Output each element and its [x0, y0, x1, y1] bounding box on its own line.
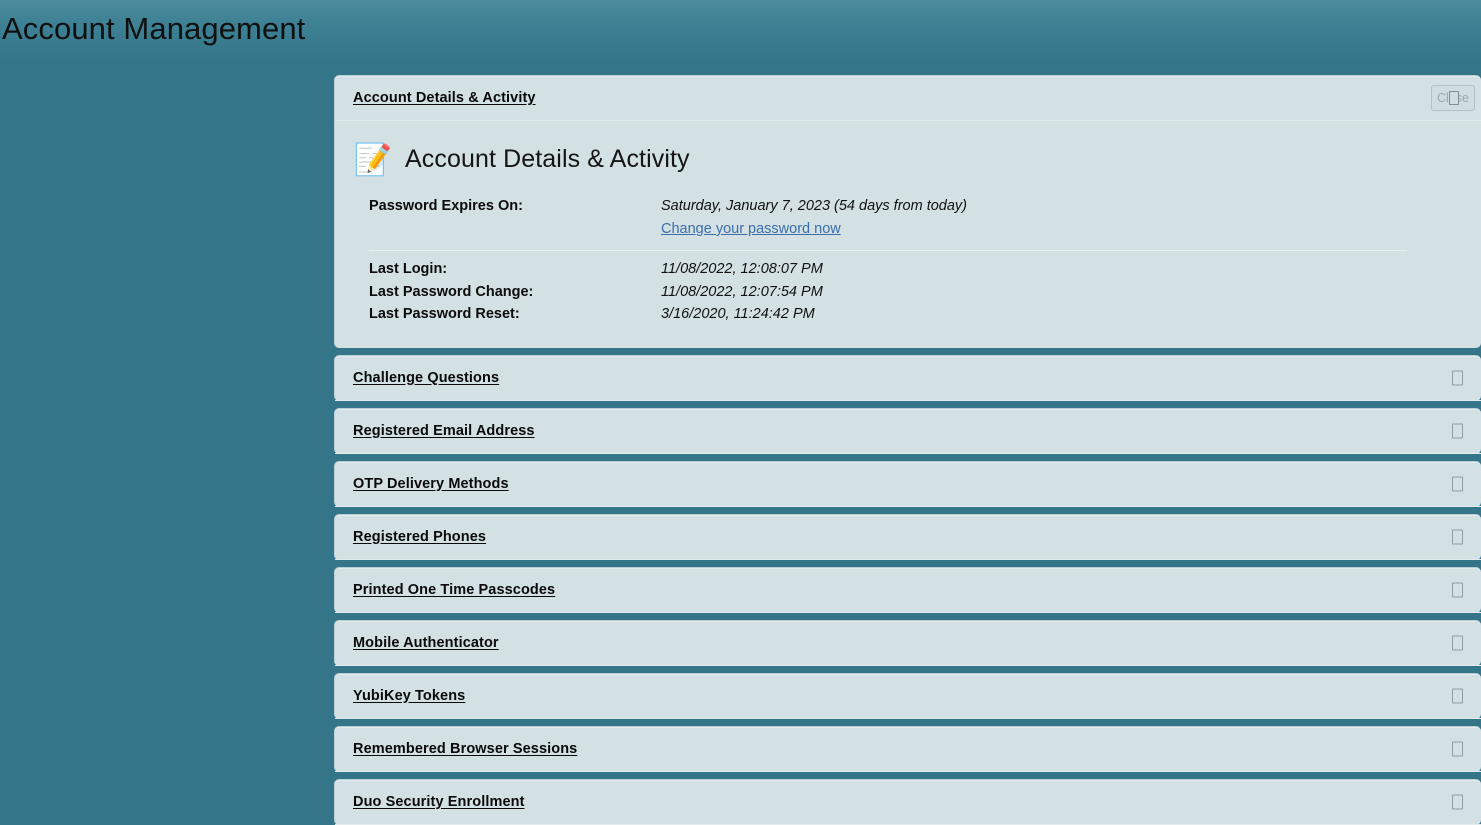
panel-header-label: Duo Security Enrollment — [353, 793, 525, 810]
expand-toggle-icon[interactable] — [1452, 635, 1463, 650]
panel-header-registered-email-address[interactable]: Registered Email Address — [335, 409, 1481, 454]
detail-value: 3/16/2020, 11:24:42 PM — [661, 306, 815, 322]
expand-toggle-icon[interactable] — [1452, 582, 1463, 597]
missing-glyph-icon — [1449, 91, 1459, 105]
close-button[interactable]: Close — [1431, 85, 1475, 111]
detail-value: Saturday, January 7, 2023 (54 days from … — [661, 198, 968, 214]
panel-yubikey-tokens: YubiKey Tokens — [334, 672, 1481, 719]
expand-toggle-icon[interactable] — [1452, 529, 1463, 544]
detail-row-last-login: Last Login: 11/08/2022, 12:08:07 PM — [369, 258, 1463, 281]
memo-icon: 📝 — [353, 141, 393, 177]
panel-header-registered-phones[interactable]: Registered Phones — [335, 515, 1481, 560]
detail-row-password-expires: Password Expires On: Saturday, January 7… — [369, 195, 1463, 217]
panel-header-otp-delivery-methods[interactable]: OTP Delivery Methods — [335, 462, 1481, 507]
panel-account-details-activity: Account Details & Activity Close 📝 Accou… — [334, 75, 1481, 348]
expand-toggle-icon[interactable] — [1452, 741, 1463, 756]
panel-header-yubikey-tokens[interactable]: YubiKey Tokens — [335, 674, 1481, 719]
detail-value: 11/08/2022, 12:07:54 PM — [661, 283, 823, 300]
panel-header-label: Account Details & Activity — [353, 90, 536, 106]
panel-header-remembered-browser-sessions[interactable]: Remembered Browser Sessions — [335, 727, 1481, 772]
details-group-two: Last Login: 11/08/2022, 12:08:07 PM Last… — [369, 258, 1463, 326]
detail-label: Password Expires On: — [369, 198, 523, 214]
panel-header-printed-one-time-passcodes[interactable]: Printed One Time Passcodes — [335, 568, 1481, 613]
detail-label: Last Password Change: — [369, 283, 534, 300]
detail-row-last-password-change: Last Password Change: 11/08/2022, 12:07:… — [369, 281, 1463, 304]
section-heading-label: Account Details & Activity — [405, 144, 690, 173]
panel-otp-delivery-methods: OTP Delivery Methods — [334, 460, 1481, 507]
panel-header-label: Registered Phones — [353, 528, 487, 545]
expand-toggle-icon[interactable] — [1452, 423, 1463, 438]
panel-header-account-details-activity[interactable]: Account Details & Activity Close — [335, 76, 1481, 121]
panel-header-label: Printed One Time Passcodes — [353, 581, 556, 598]
detail-label: Last Password Reset: — [369, 306, 520, 322]
panel-header-challenge-questions[interactable]: Challenge Questions — [335, 356, 1481, 401]
panel-remembered-browser-sessions: Remembered Browser Sessions — [334, 725, 1481, 772]
expand-toggle-icon[interactable] — [1452, 794, 1463, 809]
expand-toggle-icon[interactable] — [1452, 370, 1463, 385]
section-heading: 📝 Account Details & Activity — [353, 139, 1463, 179]
page-title: Account Management — [2, 10, 306, 46]
expand-toggle-icon[interactable] — [1452, 476, 1463, 491]
panel-header-label: YubiKey Tokens — [353, 687, 466, 704]
page-title-bar: Account Management — [0, 0, 1481, 60]
expand-toggle-icon[interactable] — [1452, 688, 1463, 703]
panel-header-mobile-authenticator[interactable]: Mobile Authenticator — [335, 621, 1481, 666]
change-password-link[interactable]: Change your password now — [661, 217, 841, 241]
detail-value: 11/08/2022, 12:08:07 PM — [661, 261, 823, 277]
panel-header-label: OTP Delivery Methods — [353, 475, 509, 492]
panel-body-account-details-activity: 📝 Account Details & Activity Password Ex… — [335, 121, 1481, 348]
details-divider — [369, 250, 1407, 251]
panel-header-label: Remembered Browser Sessions — [353, 740, 578, 757]
detail-row-last-password-reset: Last Password Reset: 3/16/2020, 11:24:42… — [369, 303, 1463, 326]
panel-header-label: Challenge Questions — [353, 369, 500, 386]
account-management-accordion: Account Details & Activity Close 📝 Accou… — [334, 75, 1481, 825]
panel-challenge-questions: Challenge Questions — [334, 354, 1481, 401]
panel-header-label: Mobile Authenticator — [353, 634, 499, 651]
panel-printed-one-time-passcodes: Printed One Time Passcodes — [334, 566, 1481, 613]
panel-registered-email-address: Registered Email Address — [334, 407, 1481, 454]
details-group-one: Password Expires On: Saturday, January 7… — [353, 195, 1463, 326]
panel-header-duo-security-enrollment[interactable]: Duo Security Enrollment — [335, 780, 1481, 825]
panel-mobile-authenticator: Mobile Authenticator — [334, 619, 1481, 666]
change-password-row: Change your password now — [369, 217, 1463, 241]
panel-header-label: Registered Email Address — [353, 422, 535, 439]
panel-registered-phones: Registered Phones — [334, 513, 1481, 560]
detail-label: Last Login: — [369, 261, 448, 277]
panel-duo-security-enrollment: Duo Security Enrollment — [334, 778, 1481, 825]
